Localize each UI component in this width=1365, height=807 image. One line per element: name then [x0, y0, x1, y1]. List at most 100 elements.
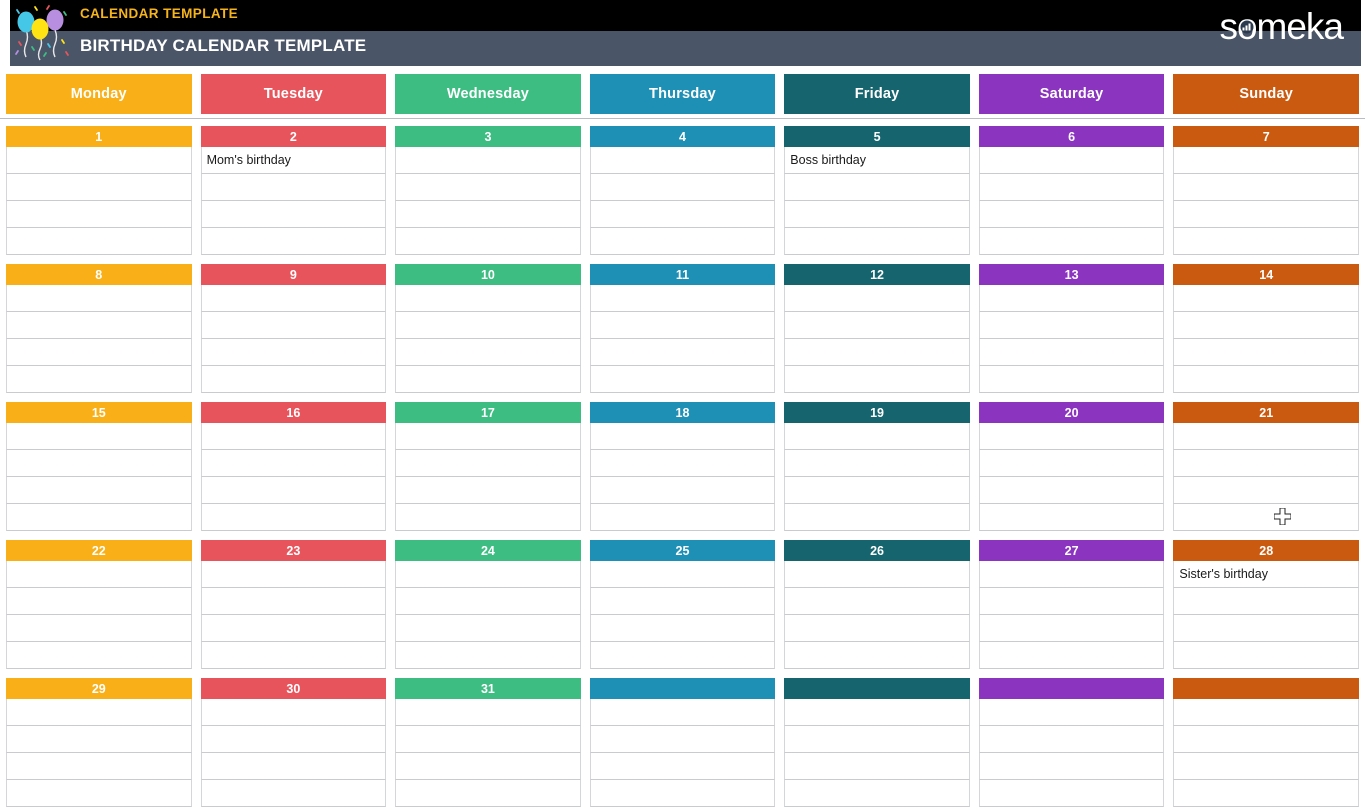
- empty-note-row[interactable]: [395, 423, 581, 450]
- date-number[interactable]: 14: [1173, 264, 1359, 285]
- day-cell[interactable]: 4: [589, 126, 776, 255]
- day-header-saturday[interactable]: Saturday: [978, 74, 1165, 114]
- empty-note-row[interactable]: [6, 642, 192, 669]
- empty-note-row[interactable]: [978, 174, 1165, 201]
- empty-note-row[interactable]: [1173, 174, 1359, 201]
- empty-note-row[interactable]: [589, 588, 776, 615]
- event-note[interactable]: Boss birthday: [784, 147, 970, 174]
- empty-note-row[interactable]: [978, 561, 1165, 588]
- empty-note-row[interactable]: [6, 423, 192, 450]
- empty-note-row[interactable]: [978, 477, 1165, 504]
- empty-note-row[interactable]: [784, 588, 970, 615]
- empty-note-row[interactable]: [1173, 285, 1359, 312]
- empty-note-row[interactable]: [589, 780, 776, 807]
- empty-note-row[interactable]: [200, 285, 387, 312]
- empty-note-row[interactable]: [589, 312, 776, 339]
- empty-note-row[interactable]: [200, 174, 387, 201]
- date-number[interactable]: 9: [200, 264, 387, 285]
- empty-note-row[interactable]: [1173, 588, 1359, 615]
- empty-note-row[interactable]: [200, 477, 387, 504]
- date-number[interactable]: 28: [1173, 540, 1359, 561]
- date-number[interactable]: 30: [200, 678, 387, 699]
- empty-note-row[interactable]: [6, 615, 192, 642]
- empty-note-row[interactable]: [978, 588, 1165, 615]
- empty-note-row[interactable]: [589, 642, 776, 669]
- empty-note-row[interactable]: [6, 504, 192, 531]
- empty-note-row[interactable]: [395, 228, 581, 255]
- empty-note-row[interactable]: [784, 753, 970, 780]
- empty-note-row[interactable]: [395, 615, 581, 642]
- date-number[interactable]: 4: [589, 126, 776, 147]
- empty-note-row[interactable]: [395, 174, 581, 201]
- empty-note-row[interactable]: [1173, 642, 1359, 669]
- date-number[interactable]: 25: [589, 540, 776, 561]
- day-cell[interactable]: [978, 678, 1165, 807]
- empty-note-row[interactable]: [1173, 450, 1359, 477]
- day-cell[interactable]: 25: [589, 540, 776, 669]
- empty-note-row[interactable]: [395, 642, 581, 669]
- empty-note-row[interactable]: [200, 339, 387, 366]
- date-number[interactable]: 16: [200, 402, 387, 423]
- day-cell[interactable]: 6: [978, 126, 1165, 255]
- empty-note-row[interactable]: [6, 699, 192, 726]
- date-number[interactable]: 31: [395, 678, 581, 699]
- empty-note-row[interactable]: [395, 561, 581, 588]
- empty-note-row[interactable]: [589, 147, 776, 174]
- day-cell[interactable]: 18: [589, 402, 776, 531]
- empty-note-row[interactable]: [6, 174, 192, 201]
- empty-note-row[interactable]: [978, 642, 1165, 669]
- day-cell[interactable]: [589, 678, 776, 807]
- empty-note-row[interactable]: [1173, 312, 1359, 339]
- date-number[interactable]: 10: [395, 264, 581, 285]
- date-number[interactable]: 2: [200, 126, 387, 147]
- empty-note-row[interactable]: [978, 312, 1165, 339]
- empty-note-row[interactable]: [784, 450, 970, 477]
- date-number[interactable]: 23: [200, 540, 387, 561]
- empty-note-row[interactable]: [395, 504, 581, 531]
- day-cell[interactable]: 26: [784, 540, 970, 669]
- empty-note-row[interactable]: [395, 285, 581, 312]
- day-cell[interactable]: 20: [978, 402, 1165, 531]
- day-cell[interactable]: 10: [395, 264, 581, 393]
- day-header-monday[interactable]: Monday: [6, 74, 192, 114]
- day-header-friday[interactable]: Friday: [784, 74, 970, 114]
- empty-note-row[interactable]: [1173, 147, 1359, 174]
- day-cell[interactable]: 9: [200, 264, 387, 393]
- empty-note-row[interactable]: [395, 312, 581, 339]
- empty-note-row[interactable]: [1173, 726, 1359, 753]
- empty-note-row[interactable]: [978, 450, 1165, 477]
- date-number[interactable]: 22: [6, 540, 192, 561]
- empty-note-row[interactable]: [589, 753, 776, 780]
- empty-note-row[interactable]: [1173, 780, 1359, 807]
- empty-note-row[interactable]: [1173, 699, 1359, 726]
- empty-note-row[interactable]: [395, 726, 581, 753]
- empty-note-row[interactable]: [784, 615, 970, 642]
- date-number[interactable]: 20: [978, 402, 1165, 423]
- empty-note-row[interactable]: [784, 201, 970, 228]
- empty-note-row[interactable]: [784, 504, 970, 531]
- empty-note-row[interactable]: [589, 699, 776, 726]
- day-cell[interactable]: 2 Mom's birthday: [200, 126, 387, 255]
- empty-note-row[interactable]: [395, 753, 581, 780]
- empty-note-row[interactable]: [589, 561, 776, 588]
- empty-note-row[interactable]: [6, 339, 192, 366]
- day-cell[interactable]: 16: [200, 402, 387, 531]
- empty-note-row[interactable]: [200, 366, 387, 393]
- empty-note-row[interactable]: [395, 366, 581, 393]
- empty-note-row[interactable]: [395, 477, 581, 504]
- date-number[interactable]: [1173, 678, 1359, 699]
- day-header-wednesday[interactable]: Wednesday: [395, 74, 581, 114]
- empty-note-row[interactable]: [784, 339, 970, 366]
- empty-note-row[interactable]: [589, 285, 776, 312]
- day-cell[interactable]: 29: [6, 678, 192, 807]
- empty-note-row[interactable]: [395, 147, 581, 174]
- day-cell[interactable]: 1: [6, 126, 192, 255]
- day-header-thursday[interactable]: Thursday: [589, 74, 776, 114]
- empty-note-row[interactable]: [6, 477, 192, 504]
- empty-note-row[interactable]: [784, 423, 970, 450]
- empty-note-row[interactable]: [784, 285, 970, 312]
- empty-note-row[interactable]: [1173, 423, 1359, 450]
- empty-note-row[interactable]: [200, 201, 387, 228]
- date-number[interactable]: 11: [589, 264, 776, 285]
- day-cell[interactable]: 19: [784, 402, 970, 531]
